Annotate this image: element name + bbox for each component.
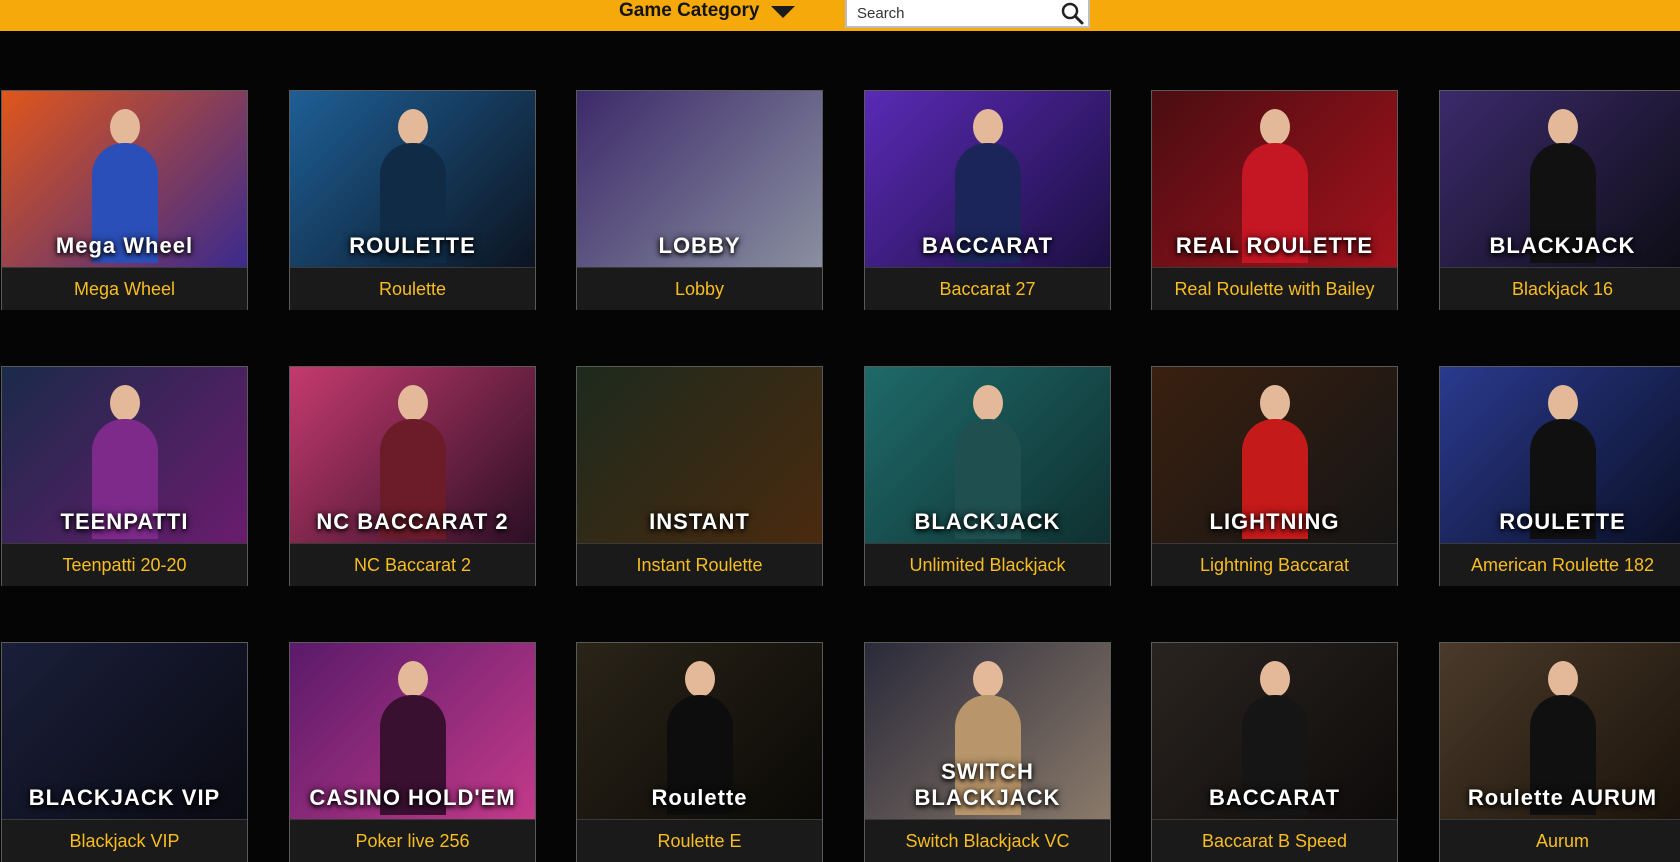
dealer-head <box>397 385 428 421</box>
game-title[interactable]: Lightning Baccarat <box>1152 544 1397 586</box>
dealer-head <box>972 385 1003 421</box>
game-tile[interactable]: ROULETTE Roulette <box>289 90 536 310</box>
game-tile[interactable]: Roulette Roulette E <box>576 642 823 862</box>
game-title[interactable]: Lobby <box>577 268 822 310</box>
dealer-head <box>1259 109 1290 145</box>
search-box <box>845 0 1090 28</box>
dealer-head <box>397 109 428 145</box>
game-art-title: BLACKJACK <box>1489 233 1636 258</box>
game-art-title: TEENPATTI <box>60 509 189 534</box>
game-title[interactable]: American Roulette 182 <box>1440 544 1680 586</box>
search-icon[interactable] <box>1060 1 1084 25</box>
game-thumbnail[interactable]: ROULETTE <box>1440 367 1680 544</box>
game-thumbnail[interactable]: BACCARAT <box>1152 643 1397 820</box>
game-category-label: Game Category <box>619 0 760 21</box>
game-tile[interactable]: TEENPATTI Teenpatti 20-20 <box>1 366 248 586</box>
game-thumbnail[interactable]: CASINO HOLD'EM <box>290 643 535 820</box>
game-title[interactable]: Baccarat 27 <box>865 268 1110 310</box>
game-tile[interactable]: NC BACCARAT 2 NC Baccarat 2 <box>289 366 536 586</box>
dealer-head <box>1259 385 1290 421</box>
game-tile[interactable]: Mega Wheel Mega Wheel <box>1 90 248 310</box>
game-title[interactable]: Poker live 256 <box>290 820 535 862</box>
game-tile[interactable]: BACCARAT Baccarat 27 <box>864 90 1111 310</box>
chevron-down-icon <box>771 6 796 18</box>
game-thumbnail[interactable]: Roulette AURUM <box>1440 643 1680 820</box>
game-art-title: LIGHTNING <box>1209 509 1340 534</box>
game-art-title: REAL ROULETTE <box>1175 233 1374 258</box>
game-thumbnail[interactable]: REAL ROULETTE <box>1152 91 1397 268</box>
game-title[interactable]: Blackjack 16 <box>1440 268 1680 310</box>
game-title[interactable]: Blackjack VIP <box>2 820 247 862</box>
dealer-head <box>1259 661 1290 697</box>
game-thumbnail[interactable]: LOBBY <box>577 91 822 268</box>
game-title[interactable]: NC Baccarat 2 <box>290 544 535 586</box>
game-title[interactable]: Switch Blackjack VC <box>865 820 1110 862</box>
game-art-title: Mega Wheel <box>55 233 194 258</box>
game-thumbnail[interactable]: BLACKJACK <box>1440 91 1680 268</box>
dealer-head <box>1547 109 1578 145</box>
dealer-head <box>397 661 428 697</box>
game-art-title: BACCARAT <box>1208 785 1341 810</box>
game-thumbnail[interactable]: TEENPATTI <box>2 367 247 544</box>
game-tile[interactable]: REAL ROULETTE Real Roulette with Bailey <box>1151 90 1398 310</box>
game-thumbnail[interactable]: BLACKJACK <box>865 367 1110 544</box>
dealer-head <box>109 385 140 421</box>
search-input[interactable] <box>847 0 1057 26</box>
game-title[interactable]: Mega Wheel <box>2 268 247 310</box>
game-thumbnail[interactable]: SWITCH BLACKJACK <box>865 643 1110 820</box>
game-title[interactable]: Real Roulette with Bailey <box>1152 268 1397 310</box>
game-thumbnail[interactable]: Mega Wheel <box>2 91 247 268</box>
game-art-title: ROULETTE <box>1499 509 1626 534</box>
game-art-title: CASINO HOLD'EM <box>309 785 516 810</box>
game-title[interactable]: Roulette <box>290 268 535 310</box>
game-art-title: ROULETTE <box>349 233 476 258</box>
game-tile[interactable]: LOBBY Lobby <box>576 90 823 310</box>
dealer-head <box>1547 661 1578 697</box>
game-title[interactable]: Roulette E <box>577 820 822 862</box>
game-thumbnail[interactable]: NC BACCARAT 2 <box>290 367 535 544</box>
game-thumbnail[interactable]: BLACKJACK VIP <box>2 643 247 820</box>
game-art-title: Roulette <box>651 785 748 810</box>
game-thumbnail[interactable]: BACCARAT <box>865 91 1110 268</box>
game-title[interactable]: Aurum <box>1440 820 1680 862</box>
game-art-title: NC BACCARAT 2 <box>316 509 509 534</box>
game-art-title: LOBBY <box>658 233 741 258</box>
game-title[interactable]: Baccarat B Speed <box>1152 820 1397 862</box>
game-category-dropdown[interactable]: Game Category <box>619 0 796 22</box>
dealer-head <box>972 109 1003 145</box>
dealer-head <box>109 109 140 145</box>
game-tile[interactable]: BACCARAT Baccarat B Speed <box>1151 642 1398 862</box>
game-art-title: INSTANT <box>649 509 750 534</box>
game-tile[interactable]: BLACKJACK VIP Blackjack VIP <box>1 642 248 862</box>
game-tile[interactable]: BLACKJACK Unlimited Blackjack <box>864 366 1111 586</box>
game-title[interactable]: Unlimited Blackjack <box>865 544 1110 586</box>
game-art-title: BLACKJACK VIP <box>28 785 221 810</box>
game-tile[interactable]: LIGHTNING Lightning Baccarat <box>1151 366 1398 586</box>
dealer-head <box>684 661 715 697</box>
dealer-head <box>972 661 1003 697</box>
game-tile[interactable]: INSTANT Instant Roulette <box>576 366 823 586</box>
game-thumbnail[interactable]: LIGHTNING <box>1152 367 1397 544</box>
game-thumbnail[interactable]: Roulette <box>577 643 822 820</box>
game-tile[interactable]: Roulette AURUM Aurum <box>1439 642 1680 862</box>
game-title[interactable]: Teenpatti 20-20 <box>2 544 247 586</box>
game-art-title: Roulette AURUM <box>1467 785 1658 810</box>
game-tile[interactable]: ROULETTE American Roulette 182 <box>1439 366 1680 586</box>
game-title[interactable]: Instant Roulette <box>577 544 822 586</box>
game-thumbnail[interactable]: ROULETTE <box>290 91 535 268</box>
game-art-title: SWITCH BLACKJACK <box>914 759 1061 810</box>
game-art-title: BLACKJACK <box>914 509 1061 534</box>
game-thumbnail[interactable]: INSTANT <box>577 367 822 544</box>
top-bar: Game Category <box>0 0 1680 31</box>
game-tile[interactable]: BLACKJACK Blackjack 16 <box>1439 90 1680 310</box>
game-tile[interactable]: SWITCH BLACKJACK Switch Blackjack VC <box>864 642 1111 862</box>
dealer-head <box>1547 385 1578 421</box>
game-art-title: BACCARAT <box>921 233 1054 258</box>
game-tile[interactable]: CASINO HOLD'EM Poker live 256 <box>289 642 536 862</box>
